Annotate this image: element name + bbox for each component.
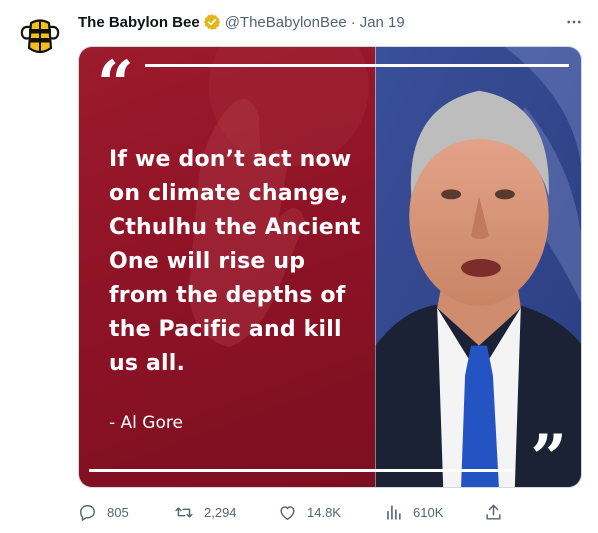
verified-badge-icon: [203, 13, 221, 31]
bottom-rule: [89, 469, 513, 472]
like-count: 14.8K: [307, 504, 341, 520]
avatar[interactable]: [16, 12, 64, 60]
author-name[interactable]: The Babylon Bee: [78, 14, 200, 31]
like-icon: [280, 505, 295, 520]
reply-icon: [80, 504, 95, 521]
tweet[interactable]: The Babylon Bee @TheBabylonBee · Jan 19: [0, 0, 598, 533]
quote-line: on climate change,: [109, 181, 349, 206]
share-button[interactable]: [484, 503, 513, 522]
views-button[interactable]: 610K: [384, 503, 443, 522]
bee-logo-icon: [19, 15, 61, 57]
author-handle[interactable]: @TheBabylonBee: [225, 14, 347, 31]
tweet-header: The Babylon Bee @TheBabylonBee · Jan 19: [78, 12, 405, 32]
quote-attribution: - Al Gore: [109, 413, 183, 433]
quote-line: Cthulhu the Ancient: [109, 215, 361, 240]
reply-count: 805: [107, 504, 129, 520]
more-icon[interactable]: [564, 12, 584, 32]
retweet-button[interactable]: 2,294: [174, 503, 237, 522]
retweet-icon: [175, 506, 193, 518]
quote-line: us all.: [109, 351, 186, 376]
close-quote-mark: ”: [530, 421, 567, 488]
retweet-count: 2,294: [204, 504, 237, 520]
quote-line: If we don’t act now: [109, 147, 352, 172]
view-count: 610K: [413, 504, 444, 520]
open-quote-mark: “: [97, 47, 134, 122]
quote-line: the Pacific and kill: [109, 317, 342, 342]
tweet-date[interactable]: Jan 19: [360, 14, 405, 31]
tweet-actions: 805 2,294 14.8K 610K: [78, 498, 508, 526]
views-icon: [387, 504, 401, 520]
reply-button[interactable]: 805: [78, 503, 129, 522]
share-icon: [486, 504, 501, 520]
top-rule: [145, 64, 569, 67]
separator-dot: ·: [350, 13, 356, 31]
quote-text: If we don’t act now on climate change, C…: [109, 143, 379, 381]
quote-line: One will rise up: [109, 249, 306, 274]
like-button[interactable]: 14.8K: [278, 503, 341, 522]
tweet-media-image[interactable]: “ If we don’t act now on climate change,…: [78, 46, 582, 488]
quote-line: from the depths of: [109, 283, 346, 308]
